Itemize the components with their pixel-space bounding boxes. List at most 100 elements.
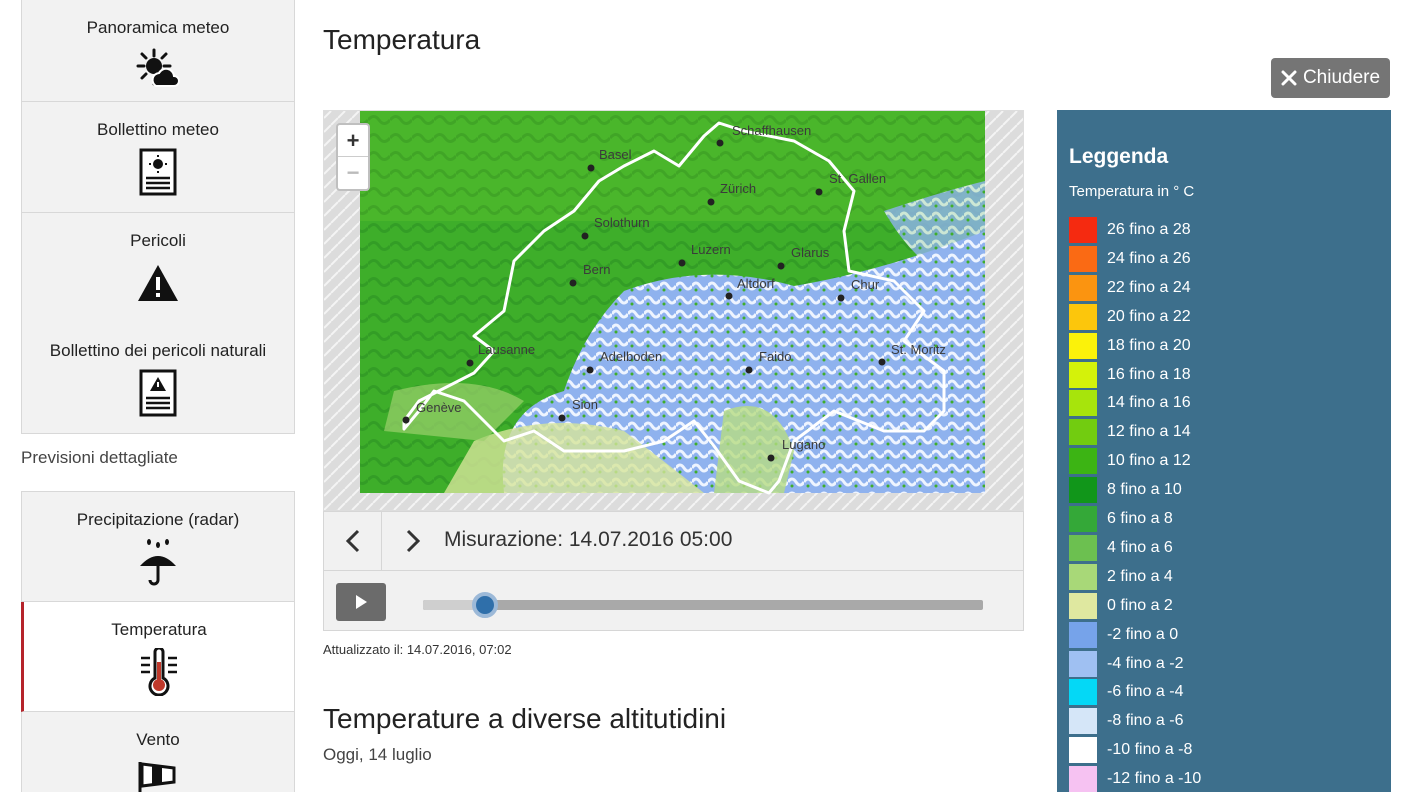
time-slider-track[interactable]: [423, 600, 983, 610]
legend-label: 0 fino a 2: [1107, 596, 1173, 614]
legend-item: -4 fino a -2: [1069, 650, 1184, 677]
city-label: Basel: [599, 147, 632, 162]
legend-item: 8 fino a 10: [1069, 477, 1182, 504]
legend-item: 26 fino a 28: [1069, 217, 1191, 243]
legend-swatch: [1069, 737, 1097, 764]
legend-label: -4 fino a -2: [1107, 654, 1184, 672]
legend-swatch: [1069, 563, 1097, 590]
legend-label: 16 fino a 18: [1107, 365, 1191, 383]
updated-timestamp: Attualizzato il: 14.07.2016, 07:02: [323, 642, 512, 657]
legend-swatch: [1069, 448, 1097, 475]
legend-item: 22 fino a 24: [1069, 274, 1191, 301]
legend-item: 18 fino a 20: [1069, 332, 1191, 359]
city-label: Luzern: [691, 242, 731, 257]
playback-bar: [323, 571, 1024, 631]
sidebar-item-label: Temperatura: [111, 620, 207, 639]
city-label: Glarus: [791, 245, 830, 260]
sidebar-item-label: Bollettino dei pericoli naturali: [49, 341, 267, 360]
legend-swatch: [1069, 390, 1097, 417]
city-label: Chur: [851, 277, 880, 292]
legend-item: 2 fino a 4: [1069, 563, 1173, 590]
legend-item: 0 fino a 2: [1069, 592, 1173, 619]
sidebar-item-temperatura[interactable]: Temperatura: [21, 602, 295, 712]
legend-swatch: [1069, 679, 1097, 706]
sidebar-item-precipitazione[interactable]: Precipitazione (radar): [21, 491, 295, 602]
sidebar-item-panoramica-meteo[interactable]: Panoramica meteo: [21, 0, 295, 102]
legend-item: 14 fino a 16: [1069, 390, 1191, 417]
legend-label: 22 fino a 24: [1107, 278, 1191, 296]
city-label: Solothurn: [594, 215, 650, 230]
legend-item: 6 fino a 8: [1069, 506, 1173, 532]
city-label: Sion: [572, 397, 598, 412]
windsock-icon: [138, 762, 176, 792]
legend-label: -10 fino a -8: [1107, 741, 1193, 759]
previous-button[interactable]: [324, 512, 382, 570]
sidebar-item-vento[interactable]: Vento: [21, 712, 295, 792]
legend-label: 2 fino a 4: [1107, 567, 1173, 585]
sidebar-item-bollettino-meteo[interactable]: Bollettino meteo: [21, 102, 295, 213]
legend-label: 12 fino a 14: [1107, 423, 1191, 441]
city-label: Bern: [583, 262, 610, 277]
measurement-timestamp: Misurazione: 14.07.2016 05:00: [444, 528, 733, 551]
hazard-bulletin-icon: [139, 369, 177, 417]
sidebar-item-bollettino-pericoli-naturali[interactable]: Bollettino dei pericoli naturali: [21, 323, 295, 434]
chevron-left-icon: [345, 529, 359, 553]
city-label: Lugano: [782, 437, 825, 452]
legend-item: 10 fino a 12: [1069, 448, 1191, 475]
legend-item: 24 fino a 26: [1069, 245, 1191, 272]
next-button[interactable]: [384, 512, 442, 570]
legend-swatch: [1069, 592, 1097, 619]
sidebar-item-pericoli[interactable]: Pericoli: [21, 213, 295, 324]
city-label: Schaffhausen: [732, 123, 811, 138]
legend-label: -8 fino a -6: [1107, 712, 1184, 730]
legend-item: 4 fino a 6: [1069, 534, 1173, 561]
close-label: Chiudere: [1302, 67, 1381, 88]
play-button[interactable]: [336, 583, 386, 621]
legend-label: -6 fino a -4: [1107, 683, 1184, 701]
close-button[interactable]: Chiudere: [1271, 58, 1390, 98]
warning-icon: [138, 265, 178, 301]
legend-swatch: [1069, 534, 1097, 561]
legend-swatch: [1069, 650, 1097, 677]
legend-panel: Leggenda Temperatura in ° C 26 fino a 28…: [1057, 110, 1391, 792]
legend-swatch: [1069, 245, 1097, 272]
city-label: Zürich: [720, 181, 756, 196]
weather-bulletin-icon: [139, 148, 177, 196]
legend-item: -6 fino a -4: [1069, 679, 1184, 706]
close-icon: [1281, 70, 1297, 86]
city-label: Lausanne: [478, 342, 535, 357]
legend-swatch: [1069, 361, 1097, 388]
city-label: Genève: [416, 400, 462, 415]
temperature-map[interactable]: Schaffhausen Basel Zürich St. Gallen Sol…: [323, 110, 1024, 511]
legend-swatch: [1069, 506, 1097, 532]
legend-label: 24 fino a 26: [1107, 249, 1191, 267]
sun-cloud-icon: [136, 48, 180, 87]
play-icon: [356, 595, 367, 609]
zoom-control: + −: [336, 123, 370, 191]
zoom-in-button[interactable]: +: [338, 125, 368, 157]
time-navigation-bar: Misurazione: 14.07.2016 05:00: [323, 511, 1024, 571]
sidebar-item-label: Vento: [136, 730, 180, 749]
legend-swatch: [1069, 766, 1097, 792]
legend-label: 8 fino a 10: [1107, 481, 1182, 499]
city-label: Altdorf: [737, 276, 775, 291]
legend-swatch: [1069, 332, 1097, 359]
legend-item: -10 fino a -8: [1069, 737, 1193, 764]
city-label: St. Moritz: [891, 342, 946, 357]
time-slider-handle[interactable]: [471, 592, 498, 618]
section-title: Temperature a diverse altitutidini: [323, 703, 727, 734]
legend-swatch: [1069, 419, 1097, 446]
legend-swatch: [1069, 274, 1097, 301]
legend-label: 20 fino a 22: [1107, 307, 1191, 325]
page-title: Temperatura: [323, 24, 481, 55]
legend-item: -2 fino a 0: [1069, 621, 1179, 648]
legend-subtitle: Temperatura in ° C: [1069, 183, 1195, 200]
legend-swatch: [1069, 217, 1097, 243]
legend-label: 26 fino a 28: [1107, 221, 1191, 238]
zoom-out-button[interactable]: −: [338, 157, 368, 189]
legend-swatch: [1069, 708, 1097, 735]
legend-label: -2 fino a 0: [1107, 625, 1179, 643]
legend-swatch: [1069, 477, 1097, 504]
sidebar-item-label: Pericoli: [130, 231, 186, 250]
legend-label: 10 fino a 12: [1107, 452, 1191, 470]
